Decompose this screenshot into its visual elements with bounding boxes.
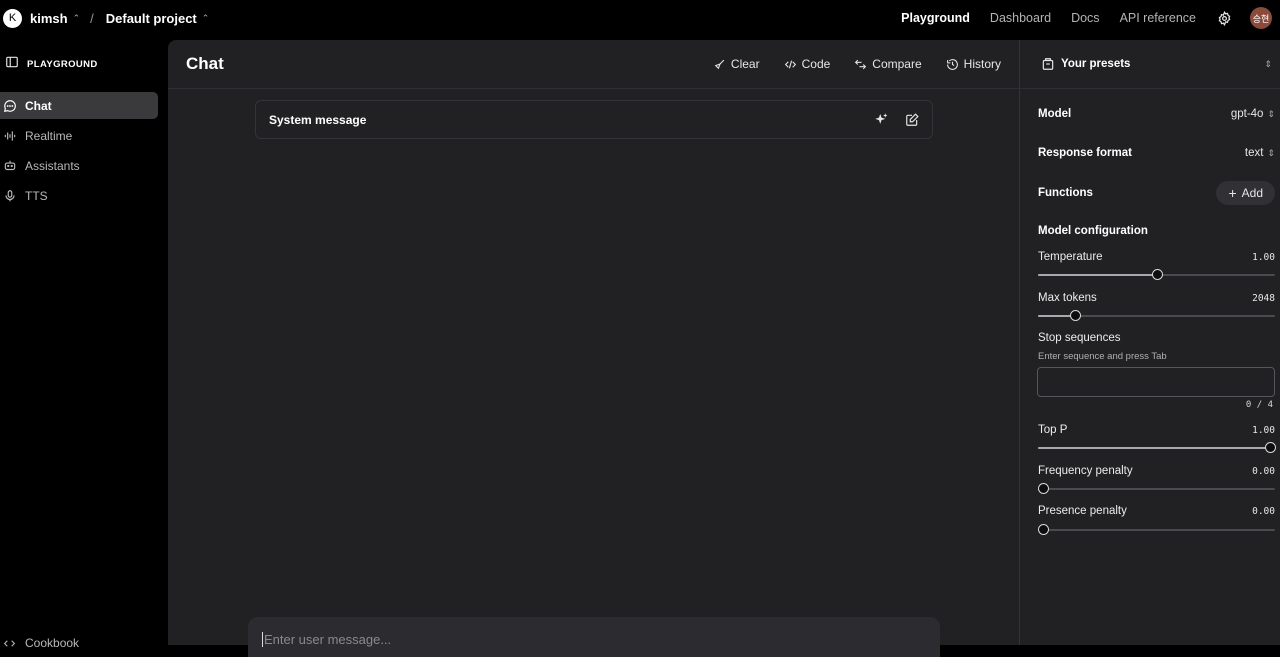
presets-label: Your presets [1061,58,1131,70]
slider-thumb[interactable] [1069,310,1081,321]
preset-icon [1041,57,1055,71]
code-button[interactable]: Code [784,57,830,71]
compare-arrows-icon [854,58,867,71]
org-chevron-icon[interactable]: ⌃ [73,13,81,23]
temperature-value[interactable]: 1.00 [1252,252,1275,263]
slider-thumb[interactable] [1151,269,1163,280]
top-p-slider[interactable] [1038,442,1276,454]
top-bar: K kimsh ⌃ / Default project ⌃ Playground… [0,0,1280,36]
code-icon [784,58,797,71]
edit-icon[interactable] [904,112,920,128]
broom-icon [713,58,726,71]
add-function-button[interactable]: + Add [1216,181,1275,205]
message-composer [248,617,940,657]
response-format-label: Response format [1038,147,1132,159]
compare-button[interactable]: Compare [854,57,922,71]
presence-penalty-slider[interactable] [1038,524,1275,536]
stop-sequences-row: Stop sequences [1038,332,1275,344]
breadcrumb-separator: / [90,10,94,26]
sidebar-section-label: PLAYGROUND [27,58,98,70]
sparkle-icon[interactable] [873,112,889,128]
chat-header: Chat Clear Code Compare History [168,40,1019,89]
sidebar-item-label: Assistants [25,158,80,173]
sidebar-item-label: Chat [25,98,52,113]
frequency-penalty-label: Frequency penalty [1038,465,1133,477]
chat-panel: Chat Clear Code Compare History System m… [168,40,1019,657]
presets-selector[interactable]: Your presets ⇕ [1020,40,1280,89]
max-tokens-slider[interactable] [1038,310,1275,322]
microphone-icon [3,189,17,203]
model-configuration-label: Model configuration [1038,225,1148,237]
history-button[interactable]: History [946,57,1001,71]
chat-toolbar: Clear Code Compare History [689,57,1019,71]
stop-sequences-hint: Enter sequence and press Tab [1038,351,1167,362]
model-select[interactable]: gpt-4o ⇕ [1231,108,1275,120]
model-row: Model gpt-4o ⇕ [1038,108,1275,120]
system-message-label: System message [269,112,367,127]
sidebar-item-label: Realtime [25,128,73,143]
max-tokens-value[interactable]: 2048 [1252,293,1275,304]
sidebar-item-label: TTS [25,188,48,203]
presence-penalty-value[interactable]: 0.00 [1252,506,1275,517]
sidebar-item-cookbook[interactable]: Cookbook [3,636,79,650]
max-tokens-label: Max tokens [1038,292,1097,304]
robot-icon [3,159,17,173]
model-config-header: Model configuration [1038,225,1275,237]
frequency-penalty-slider[interactable] [1038,483,1275,495]
sidebar: PLAYGROUND Chat Realtime Assistants TTS … [0,36,168,650]
chevron-updown-icon: ⇕ [1267,147,1275,158]
sidebar-toggle-icon[interactable] [5,55,19,74]
project-switcher[interactable]: Default project [106,11,197,26]
top-p-label: Top P [1038,424,1068,436]
response-format-row: Response format text ⇕ [1038,147,1275,159]
presence-penalty-row: Presence penalty 0.00 [1038,505,1275,517]
sidebar-item-realtime[interactable]: Realtime [0,122,158,149]
cookbook-label: Cookbook [25,636,80,650]
chevron-updown-icon: ⇕ [1264,58,1272,69]
system-message[interactable]: System message [255,100,933,139]
stop-sequences-counter: 0 / 4 [1245,400,1273,410]
nav-docs[interactable]: Docs [1071,11,1099,25]
temperature-row: Temperature 1.00 [1038,251,1275,263]
top-p-row: Top P 1.00 [1038,424,1275,436]
nav-playground[interactable]: Playground [901,11,970,25]
model-label: Model [1038,108,1072,120]
org-switcher[interactable]: kimsh [30,11,68,26]
nav-dashboard[interactable]: Dashboard [990,11,1051,25]
top-p-value[interactable]: 1.00 [1252,425,1275,436]
code-icon [3,637,17,650]
stop-sequences-label: Stop sequences [1038,332,1121,344]
functions-label: Functions [1038,187,1093,199]
stop-sequences-input[interactable] [1037,367,1275,397]
slider-thumb[interactable] [1265,442,1276,453]
history-clock-icon [946,58,959,71]
user-avatar[interactable]: 승현 [1250,7,1272,29]
slider-thumb[interactable] [1038,483,1049,494]
temperature-label: Temperature [1038,251,1103,263]
sidebar-item-assistants[interactable]: Assistants [0,152,158,179]
temperature-slider[interactable] [1038,269,1275,281]
waveform-icon [3,129,17,143]
slider-thumb[interactable] [1038,524,1049,535]
project-chevron-icon[interactable]: ⌃ [202,13,210,23]
clear-button[interactable]: Clear [713,57,760,71]
settings-panel: Your presets ⇕ Model gpt-4o ⇕ Response f… [1019,40,1280,645]
max-tokens-row: Max tokens 2048 [1038,292,1275,304]
frequency-penalty-row: Frequency penalty 0.00 [1038,465,1275,477]
sidebar-item-chat[interactable]: Chat [0,92,158,119]
functions-row: Functions + Add [1038,181,1275,205]
response-format-select[interactable]: text ⇕ [1245,147,1275,159]
chevron-updown-icon: ⇕ [1267,108,1275,119]
org-avatar[interactable]: K [3,8,22,28]
sidebar-header: PLAYGROUND [0,36,168,92]
chat-bubble-icon [3,99,17,113]
plus-icon: + [1228,185,1237,201]
presence-penalty-label: Presence penalty [1038,505,1127,517]
gear-icon[interactable] [1216,10,1232,26]
sidebar-item-tts[interactable]: TTS [0,182,158,209]
top-nav: Playground Dashboard Docs API reference … [881,7,1272,29]
nav-api-reference[interactable]: API reference [1120,11,1196,25]
frequency-penalty-value[interactable]: 0.00 [1252,466,1275,477]
page-title: Chat [186,54,224,73]
